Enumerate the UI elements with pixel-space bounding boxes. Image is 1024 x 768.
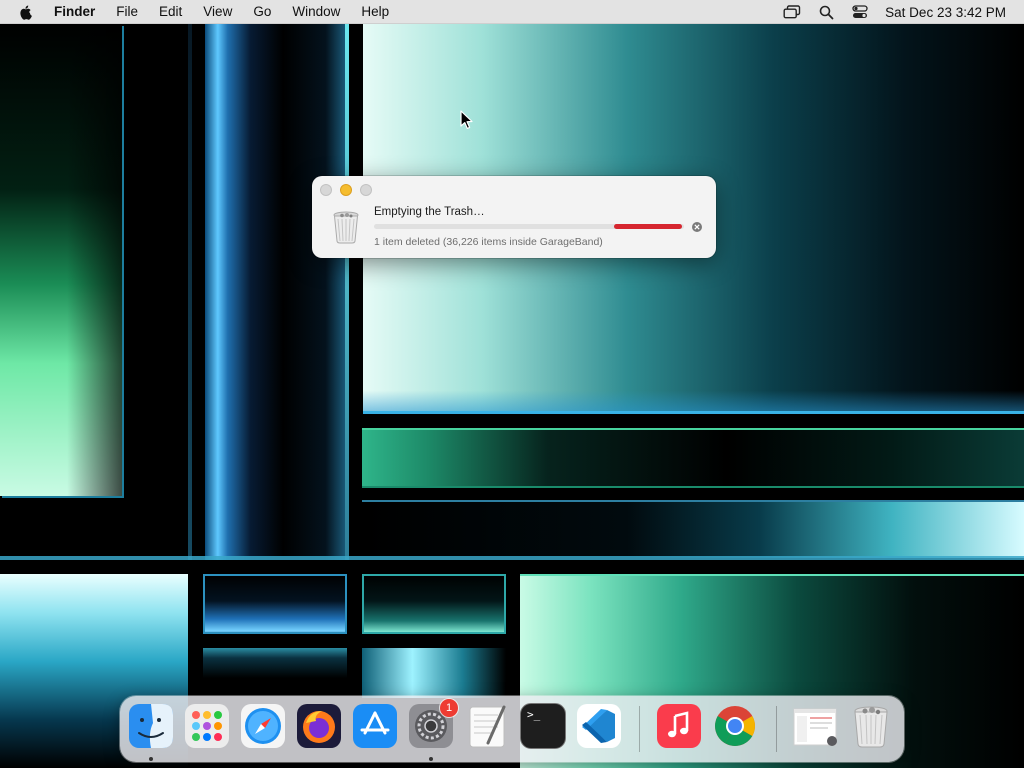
wallpaper-panel (362, 500, 1024, 558)
mouse-pointer-icon (460, 110, 474, 130)
dialog-title: Emptying the Trash… (374, 206, 485, 218)
window-zoom-button[interactable] (360, 184, 372, 196)
menu-bar-clock[interactable]: Sat Dec 23 3:42 PM (885, 5, 1006, 20)
dock-vscode-icon[interactable] (576, 703, 622, 749)
wallpaper-panel (362, 428, 1024, 488)
trash-progress-bar (374, 224, 684, 229)
wallpaper-panel (203, 574, 347, 634)
window-close-button[interactable] (320, 184, 332, 196)
menu-bar: Finder File Edit View Go Window Help Sat… (0, 0, 1024, 24)
terminal-prompt-glyph: >_ (527, 708, 541, 721)
screen-mirroring-icon[interactable] (783, 4, 801, 20)
dock-downloads-stack-icon[interactable] (792, 703, 838, 749)
menu-window[interactable]: Window (292, 0, 340, 24)
dock-chrome-icon[interactable] (712, 703, 758, 749)
control-center-icon[interactable] (851, 4, 869, 20)
dock-system-settings-icon[interactable]: 1 (408, 699, 458, 749)
menu-help[interactable]: Help (361, 0, 389, 24)
empty-trash-progress-dialog: Emptying the Trash… 1 item deleted (36,2… (312, 176, 716, 258)
spotlight-search-icon[interactable] (817, 4, 835, 20)
wallpaper-panel (0, 24, 122, 496)
dock-separator (776, 706, 777, 752)
dock-running-indicator (429, 757, 433, 761)
stop-emptying-button[interactable] (692, 222, 702, 232)
dialog-status-text: 1 item deleted (36,226 items inside Gara… (374, 236, 603, 248)
notification-badge: 1 (440, 699, 458, 717)
trash-progress-indicator (614, 224, 682, 229)
dock-firefox-icon[interactable] (296, 703, 342, 749)
wallpaper-panel (0, 556, 1024, 560)
wallpaper-panel (188, 24, 192, 560)
dock-separator (639, 706, 640, 752)
dock-terminal-icon[interactable]: >_ (520, 703, 566, 749)
apple-menu-icon[interactable] (18, 4, 34, 20)
dock-launchpad-icon[interactable] (184, 703, 230, 749)
window-minimize-button[interactable] (340, 184, 352, 196)
wallpaper-panel (345, 24, 349, 560)
menu-app-finder[interactable]: Finder (54, 0, 95, 24)
dock: 1 >_ (120, 696, 904, 762)
dock-safari-icon[interactable] (240, 703, 286, 749)
menu-bar-status-area: Sat Dec 23 3:42 PM (767, 0, 1006, 24)
wallpaper-panel (362, 574, 506, 634)
dock-textedit-icon[interactable] (464, 703, 510, 749)
dock-app-store-icon[interactable] (352, 703, 398, 749)
wallpaper-panel (203, 648, 347, 698)
menu-view[interactable]: View (203, 0, 232, 24)
dock-trash-icon[interactable] (848, 703, 894, 749)
trash-icon (332, 210, 360, 244)
dock-music-icon[interactable] (656, 703, 702, 749)
dock-running-indicator (149, 757, 153, 761)
dock-finder-icon[interactable] (128, 703, 174, 749)
menu-go[interactable]: Go (253, 0, 271, 24)
wallpaper-panel (362, 648, 506, 698)
desktop-wallpaper (0, 0, 1024, 768)
wallpaper-panel (205, 24, 347, 560)
menu-edit[interactable]: Edit (159, 0, 182, 24)
menu-file[interactable]: File (116, 0, 138, 24)
